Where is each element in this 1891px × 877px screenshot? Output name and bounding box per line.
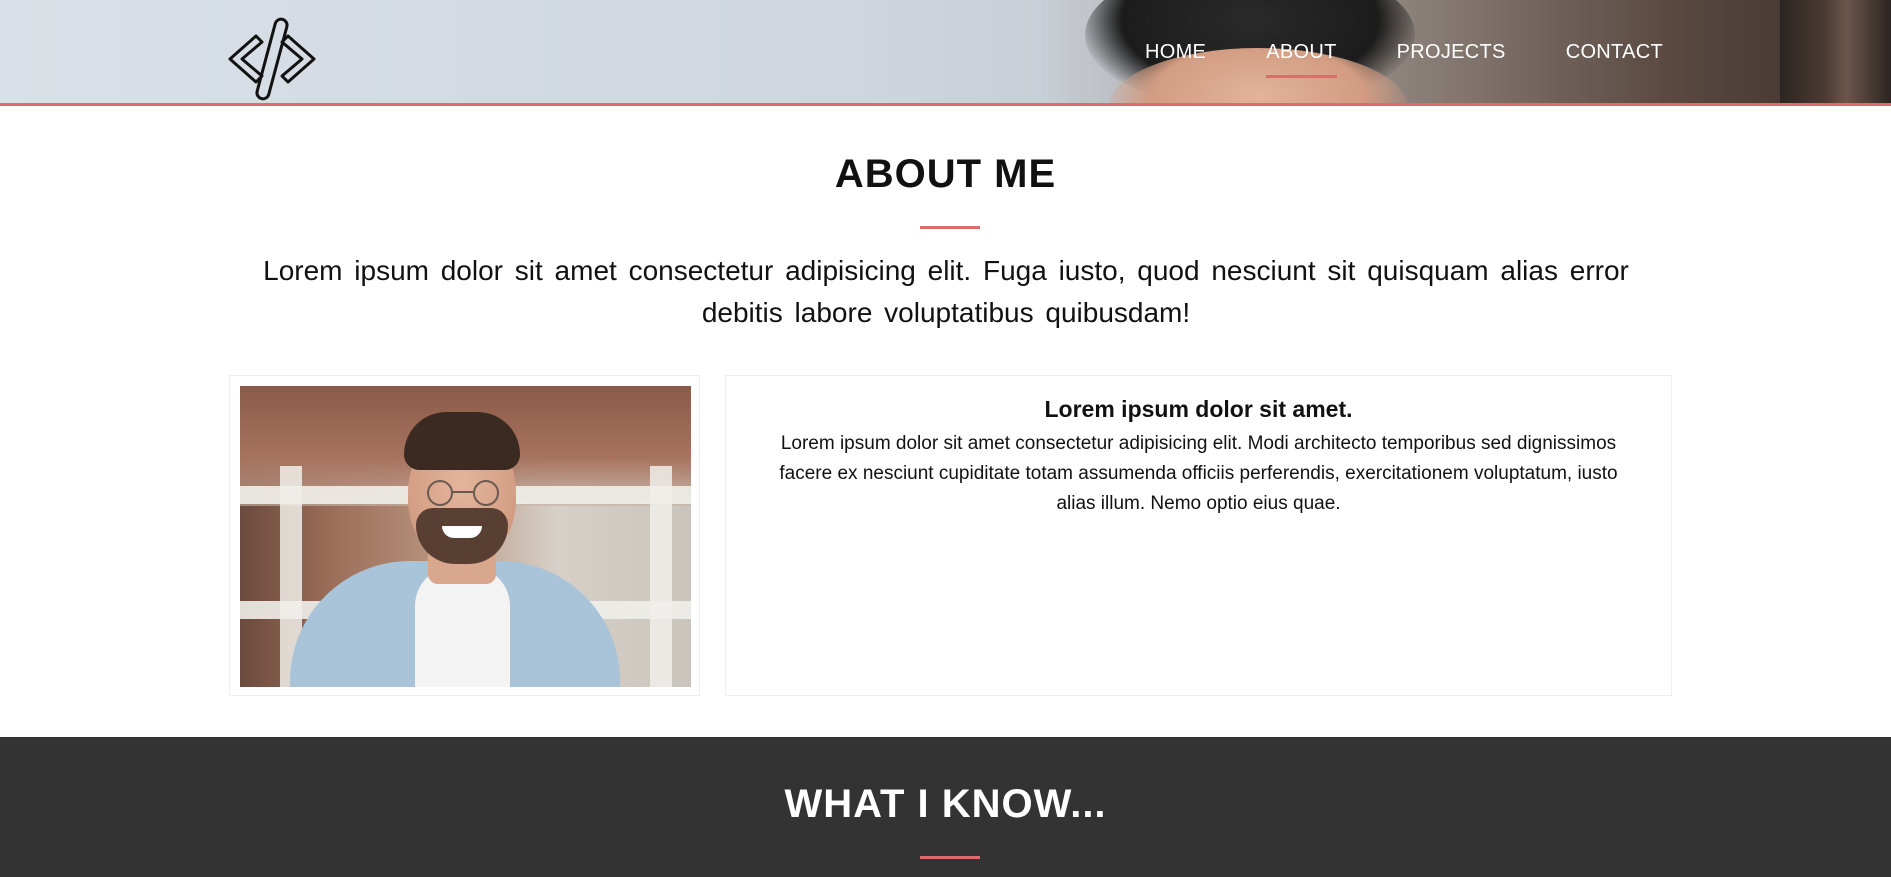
about-title-underline [920, 226, 980, 229]
about-title: ABOUT ME [834, 152, 1057, 196]
nav-projects[interactable]: PROJECTS [1397, 40, 1506, 64]
header-background-shelf [1780, 0, 1891, 103]
code-brackets-icon[interactable] [226, 16, 318, 102]
site-header: HOME ABOUT PROJECTS CONTACT [0, 0, 1891, 106]
nav-about[interactable]: ABOUT [1266, 40, 1338, 78]
about-intro: Lorem ipsum dolor sit amet consectetur a… [263, 255, 1629, 328]
skills-title-underline [920, 856, 980, 859]
main-nav: HOME ABOUT PROJECTS CONTACT [1145, 40, 1663, 78]
skills-title: WHAT I KNOW... [784, 782, 1107, 826]
about-text-card: Lorem ipsum dolor sit amet. Lorem ipsum … [725, 375, 1672, 696]
about-card-body: Lorem ipsum dolor sit amet consectetur a… [779, 433, 1618, 514]
profile-photo-card [229, 375, 700, 696]
nav-contact[interactable]: CONTACT [1566, 40, 1663, 64]
profile-photo [240, 386, 691, 687]
about-card-title: Lorem ipsum dolor sit amet. [1044, 396, 1353, 422]
nav-home[interactable]: HOME [1145, 40, 1206, 64]
